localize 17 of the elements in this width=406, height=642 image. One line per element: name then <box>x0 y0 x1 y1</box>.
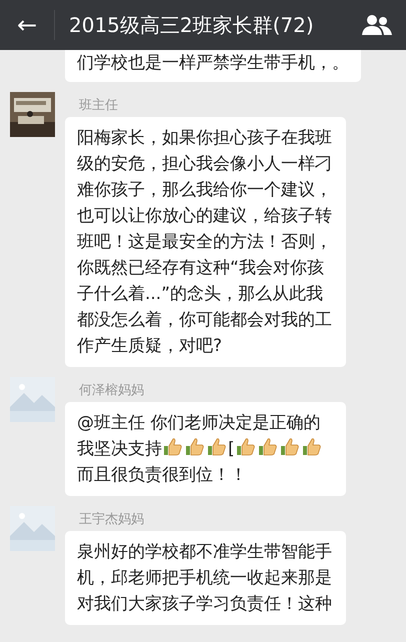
message-bubble: 们学校也是一样严禁学生带手机，。 <box>65 50 361 82</box>
sender-name: 班主任 <box>79 97 119 114</box>
group-members-icon[interactable] <box>362 14 392 36</box>
thumbs-up-icon <box>236 437 256 457</box>
chat-title: 2015级高三2班家长群(72) <box>69 12 315 38</box>
thumbs-up-icon <box>258 437 278 457</box>
thumbs-up-icon <box>280 437 300 457</box>
sender-name: 王宇杰妈妈 <box>79 511 145 528</box>
thumbs-up-icon <box>163 437 183 457</box>
back-button[interactable]: ← <box>14 11 40 39</box>
message-bubble: 阳梅家长，如果你担心孩子在我班级的安危，担心我会像小人一样刁难你孩子，那么我给你一个建议，也可以让你放心的建议，给孩子转班吧！这是最安全的方法！否则，你既然已经存有这种“我会对你孩子什么着...”的念头，那么从此我都没怎么着，你可能都会对我的工作产生质疑，对吧? <box>65 117 346 367</box>
thumbs-up-icon <box>207 437 227 457</box>
sender-name: 何泽榕妈妈 <box>79 382 145 399</box>
thumbs-up-icon <box>302 437 322 457</box>
message-bubble: @班主任 你们老师决定是正确的我坚决支持 [ 而且很负责很到位！！ <box>65 402 346 496</box>
message-bubble: 泉州好的学校都不准学生带智能手机，邱老师把手机统一收起来那是对我们大家孩子学习负责任！这种 <box>65 531 346 625</box>
thumbs-up-icon <box>185 437 205 457</box>
